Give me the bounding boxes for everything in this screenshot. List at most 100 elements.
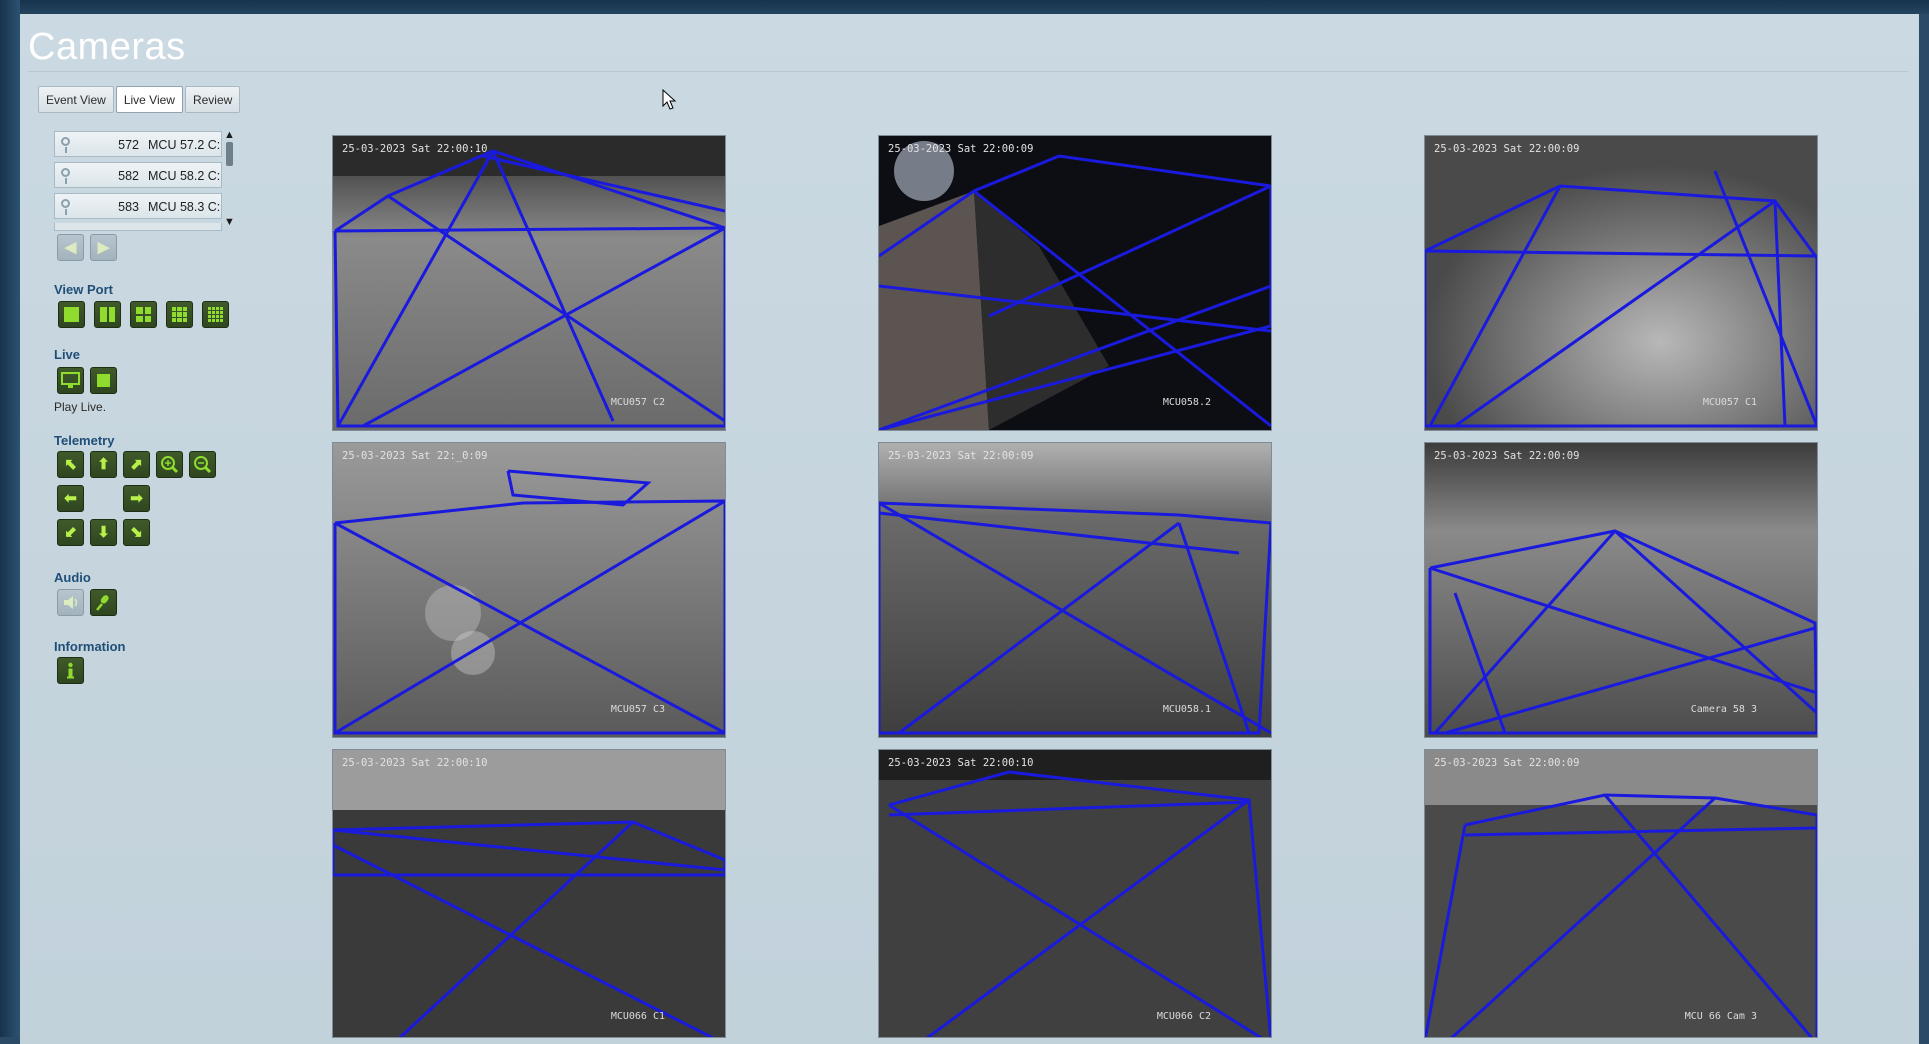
feed-timestamp: 25-03-2023 Sat 22:00:10 — [342, 143, 488, 155]
pan-down-button[interactable]: ⬇ — [90, 519, 117, 546]
next-page-button[interactable]: ▶ — [90, 234, 117, 261]
information-heading: Information — [54, 639, 126, 654]
viewport-3x3-button[interactable] — [166, 301, 193, 328]
feed-label: MCU057 C3 — [610, 704, 665, 715]
camera-feed[interactable]: 25-03-2023 Sat 22:00:10 MCU066 C2 — [879, 750, 1271, 1037]
camera-scene — [1425, 136, 1817, 430]
camera-feed[interactable]: 25-03-2023 Sat 22:_0:09 MCU057 C3 — [333, 443, 725, 737]
camera-scene — [333, 443, 725, 737]
camera-scene — [1425, 443, 1817, 737]
pan-left-button[interactable]: ⬅ — [57, 485, 84, 512]
layout-nine-icon — [172, 307, 187, 322]
view-tabs: Event View Live View Review — [38, 86, 241, 113]
camera-feed[interactable]: 25-03-2023 Sat 22:00:09 MCU057 C1 — [1425, 136, 1817, 430]
camera-pin-icon — [61, 199, 70, 215]
camera-scene — [333, 750, 725, 1037]
arrow-right-icon: ▶ — [97, 239, 110, 256]
feed-timestamp: 25-03-2023 Sat 22:00:09 — [1434, 450, 1580, 462]
arrow-right-icon: ➡ — [130, 490, 143, 507]
camera-list-item-partial — [54, 223, 222, 231]
tab-review[interactable]: Review — [184, 86, 241, 113]
camera-pin-icon — [61, 137, 70, 153]
window-left-edge — [0, 0, 20, 1037]
arrow-down-icon: ⬇ — [97, 524, 110, 541]
camera-id: 582 — [118, 169, 139, 183]
camera-name: MCU 58.2 C: — [148, 169, 220, 183]
feed-timestamp: 25-03-2023 Sat 22:00:10 — [342, 757, 488, 769]
camera-name: MCU 57.2 C: — [148, 138, 220, 152]
camera-feed[interactable]: 25-03-2023 Sat 22:00:09 MCU058.1 — [879, 443, 1271, 737]
layout-sixteen-icon — [208, 307, 223, 322]
camera-feed[interactable]: 25-03-2023 Sat 22:00:09 Camera 58 3 — [1425, 443, 1817, 737]
camera-list-item[interactable]: 583 MCU 58.3 C: — [54, 193, 222, 219]
monitor-icon — [61, 372, 80, 388]
camera-feed[interactable]: 25-03-2023 Sat 22:00:10 MCU066 C1 — [333, 750, 725, 1037]
layout-quad-icon — [136, 307, 151, 322]
feed-label: MCU057 C2 — [610, 397, 665, 408]
title-divider — [28, 71, 1908, 72]
camera-scene — [879, 136, 1271, 430]
prev-page-button[interactable]: ◀ — [57, 234, 84, 261]
arrow-down-left-icon: ⬋ — [64, 524, 77, 541]
pan-down-left-button[interactable]: ⬋ — [57, 519, 84, 546]
feed-label: MCU 66 Cam 3 — [1684, 1011, 1757, 1022]
viewport-1x2-button[interactable] — [94, 301, 121, 328]
tab-live-view[interactable]: Live View — [115, 86, 183, 113]
feed-timestamp: 25-03-2023 Sat 22:00:10 — [888, 757, 1034, 769]
stop-icon — [97, 374, 110, 387]
pan-right-button[interactable]: ➡ — [123, 485, 150, 512]
camera-id: 572 — [118, 138, 139, 152]
viewport-1x1-button[interactable] — [58, 301, 85, 328]
feed-label: MCU058.2 — [1162, 397, 1211, 408]
zoom-in-icon — [161, 456, 179, 474]
viewport-2x2-button[interactable] — [130, 301, 157, 328]
live-stop-button[interactable] — [90, 367, 117, 394]
zoom-out-icon — [194, 456, 212, 474]
live-monitor-button[interactable] — [57, 367, 84, 394]
microphone-icon — [96, 595, 109, 611]
camera-list-scrollbar[interactable] — [226, 142, 233, 166]
speaker-button[interactable] — [57, 589, 84, 616]
scroll-down-arrow-icon[interactable]: ▼ — [224, 216, 235, 228]
view-port-heading: View Port — [54, 282, 114, 297]
audio-heading: Audio — [54, 570, 91, 585]
microphone-button[interactable] — [90, 589, 117, 616]
live-heading: Live — [54, 347, 81, 362]
feed-label: MCU066 C1 — [610, 1011, 665, 1022]
camera-list-item[interactable]: 582 MCU 58.2 C: — [54, 162, 222, 188]
tab-event-view[interactable]: Event View — [38, 86, 114, 113]
scroll-up-arrow-icon[interactable]: ▲ — [224, 129, 235, 141]
pan-up-left-button[interactable]: ⬉ — [57, 451, 84, 478]
camera-scene — [1425, 750, 1817, 1037]
zoom-out-button[interactable] — [189, 451, 216, 478]
camera-scene — [879, 750, 1271, 1037]
arrow-left-icon: ⬅ — [64, 490, 77, 507]
pan-down-right-button[interactable]: ⬊ — [123, 519, 150, 546]
layout-split-icon — [100, 307, 115, 322]
arrow-down-right-icon: ⬊ — [130, 524, 143, 541]
arrow-up-icon: ⬆ — [97, 456, 110, 473]
camera-feed[interactable]: 25-03-2023 Sat 22:00:09 MCU058.2 — [879, 136, 1271, 430]
feed-timestamp: 25-03-2023 Sat 22:_0:09 — [342, 450, 488, 462]
pan-up-button[interactable]: ⬆ — [90, 451, 117, 478]
feed-label: MCU066 C2 — [1156, 1011, 1211, 1022]
camera-name: MCU 58.3 C: — [148, 200, 220, 214]
camera-feed[interactable]: 25-03-2023 Sat 22:00:09 MCU 66 Cam 3 — [1425, 750, 1817, 1037]
speaker-icon — [64, 596, 78, 609]
camera-scene — [879, 443, 1271, 737]
feed-timestamp: 25-03-2023 Sat 22:00:09 — [888, 450, 1034, 462]
layout-single-icon — [64, 307, 79, 322]
info-button[interactable] — [57, 657, 84, 684]
feed-timestamp: 25-03-2023 Sat 22:00:09 — [1434, 143, 1580, 155]
arrow-up-left-icon: ⬉ — [64, 456, 77, 473]
feed-label: MCU057 C1 — [1702, 397, 1757, 408]
feed-timestamp: 25-03-2023 Sat 22:00:09 — [888, 143, 1034, 155]
viewport-4x4-button[interactable] — [202, 301, 229, 328]
arrow-up-right-icon: ⬈ — [130, 456, 143, 473]
window-top-bar — [0, 0, 1929, 14]
camera-list-item[interactable]: 572 MCU 57.2 C: — [54, 131, 222, 157]
arrow-left-icon: ◀ — [64, 239, 77, 256]
camera-feed[interactable]: 25-03-2023 Sat 22:00:10 MCU057 C2 — [333, 136, 725, 430]
pan-up-right-button[interactable]: ⬈ — [123, 451, 150, 478]
zoom-in-button[interactable] — [156, 451, 183, 478]
